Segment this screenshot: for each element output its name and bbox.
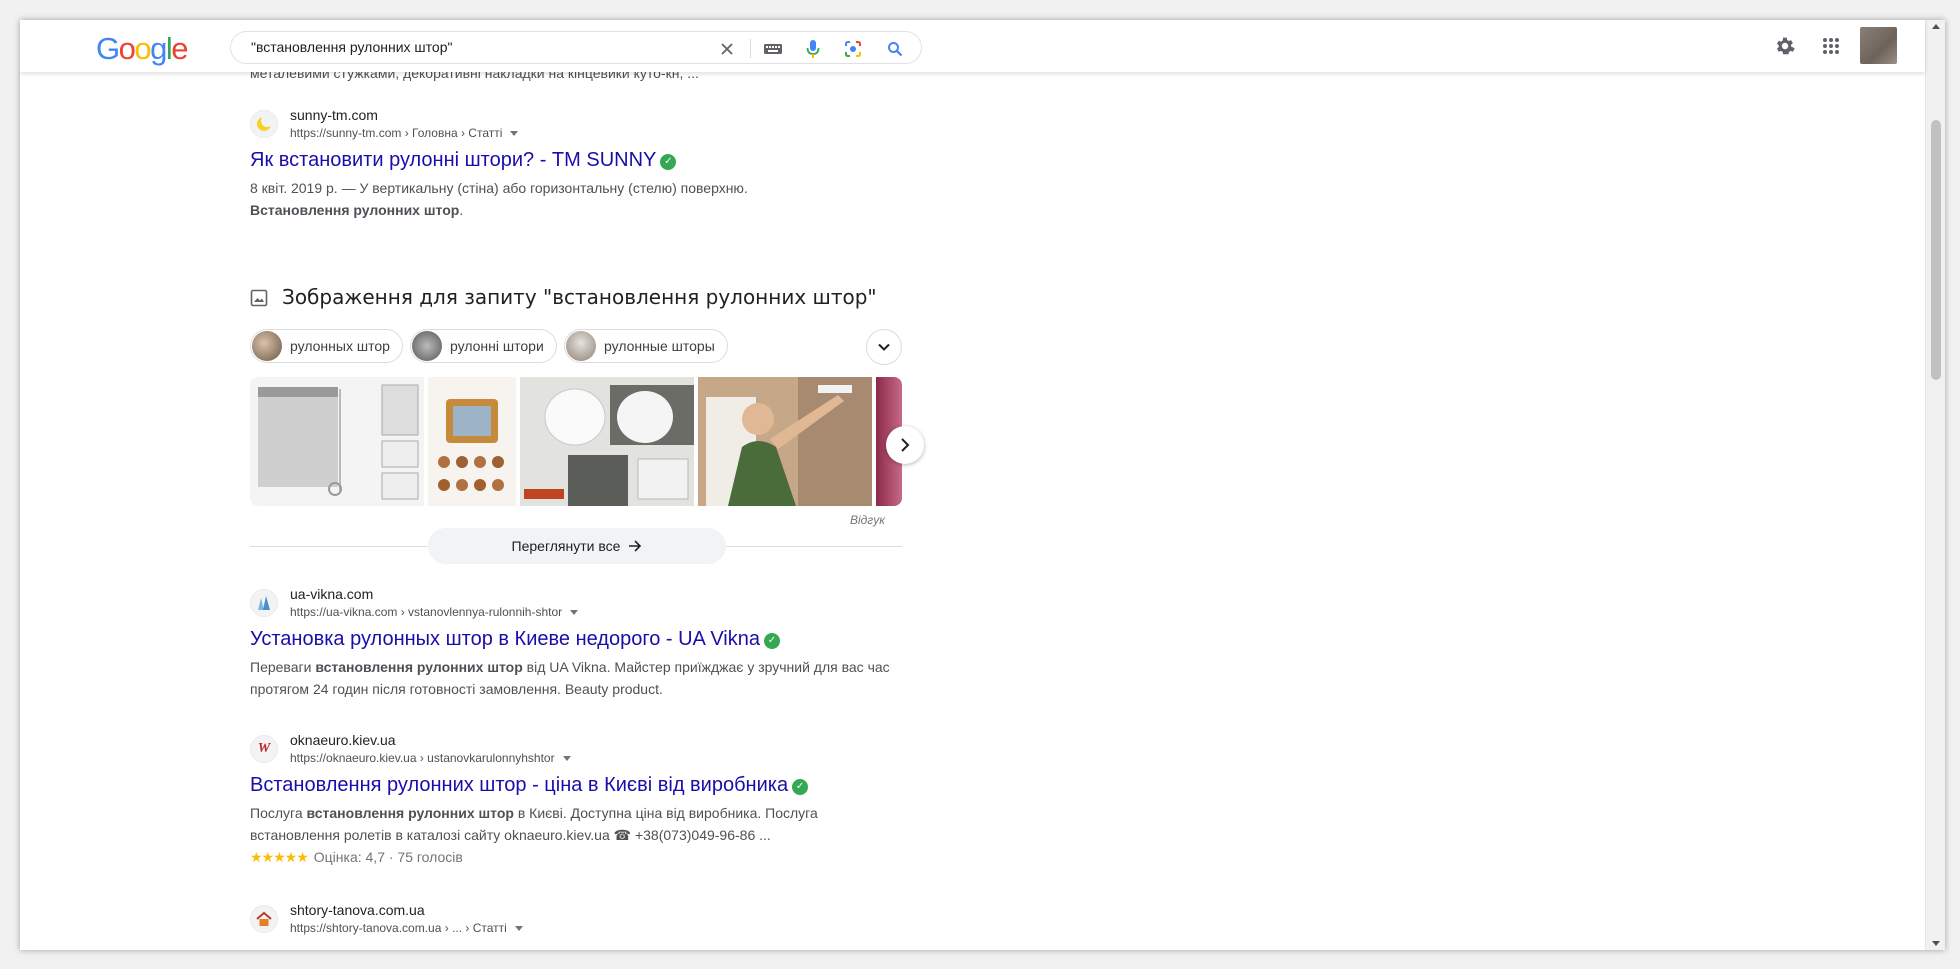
site-url: https://shtory-tanova.com.ua › ... › Ста… xyxy=(290,921,523,935)
keyboard-icon[interactable] xyxy=(761,37,785,61)
result-title-text: Встановлення рулонних штор - ціна в Києв… xyxy=(250,774,789,796)
result-source[interactable]: ua-vikna.com https://ua-vikna.com › vsta… xyxy=(250,586,910,622)
chip-thumbnail xyxy=(412,331,442,361)
image-thumbnail[interactable] xyxy=(250,377,424,506)
result-title-link[interactable]: Як встановити рулонні штори? - ТМ SUNNY ✓ xyxy=(250,147,910,173)
house-icon xyxy=(250,905,278,933)
result-source[interactable]: W oknaeuro.kiev.ua https://oknaeuro.kiev… xyxy=(250,732,910,768)
apps-icon[interactable] xyxy=(1817,32,1845,60)
search-result: sunny-tm.com https://sunny-tm.com › Голо… xyxy=(250,107,910,221)
logo-letter: o xyxy=(134,31,151,66)
divider xyxy=(750,39,751,58)
image-thumbnail[interactable] xyxy=(520,377,694,506)
search-icon[interactable] xyxy=(883,37,907,61)
search-result: shtory-tanova.com.ua https://shtory-tano… xyxy=(250,902,910,938)
logo-letter: G xyxy=(96,31,120,66)
chevron-down-icon[interactable] xyxy=(562,756,571,762)
w-logo-icon: W xyxy=(250,735,278,763)
site-url: https://sunny-tm.com › Головна › Статті xyxy=(290,126,519,140)
search-result: W oknaeuro.kiev.ua https://oknaeuro.kiev… xyxy=(250,732,910,868)
logo-letter: g xyxy=(150,31,167,66)
site-url-text: https://shtory-tanova.com.ua › ... › Ста… xyxy=(290,921,507,935)
snippet-bold: Встановлення рулонних штор xyxy=(250,202,460,218)
verified-check-icon: ✓ xyxy=(792,779,809,795)
scroll-down-arrow[interactable] xyxy=(1932,941,1940,946)
chip-label: рулонні штори xyxy=(450,338,544,354)
chip-thumbnail xyxy=(252,331,282,361)
site-url-text: https://ua-vikna.com › vstanovlennya-rul… xyxy=(290,605,563,619)
snippet-text: Послуга xyxy=(250,805,307,821)
site-name: oknaeuro.kiev.ua xyxy=(290,732,396,748)
search-input[interactable] xyxy=(251,39,691,55)
result-snippet: Послуга встановлення рулонних штор в Киє… xyxy=(250,802,910,846)
image-thumbnail[interactable] xyxy=(428,377,516,506)
google-header: Google xyxy=(20,20,1925,72)
images-next-button[interactable] xyxy=(886,426,924,464)
rating-stars: ★★★★★ xyxy=(250,849,309,865)
search-result: ua-vikna.com https://ua-vikna.com › vsta… xyxy=(250,586,910,700)
result-title-text: Установка рулонных штор в Киеве недорого… xyxy=(250,628,760,650)
chevron-down-icon[interactable] xyxy=(510,131,519,137)
image-icon xyxy=(250,289,268,307)
result-source[interactable]: sunny-tm.com https://sunny-tm.com › Голо… xyxy=(250,107,910,143)
site-name: sunny-tm.com xyxy=(290,107,378,123)
avatar[interactable] xyxy=(1860,27,1897,64)
images-heading: Зображення для запиту "встановлення руло… xyxy=(282,285,877,309)
chevron-down-icon[interactable] xyxy=(570,610,579,616)
google-logo[interactable]: Google xyxy=(96,31,188,66)
image-chip[interactable]: рулонных штор xyxy=(250,329,403,363)
snippet-text: Переваги xyxy=(250,659,316,675)
chip-thumbnail xyxy=(566,331,596,361)
site-name: shtory-tanova.com.ua xyxy=(290,902,425,918)
logo-letter: e xyxy=(171,31,188,66)
image-chip[interactable]: рулонні штори xyxy=(410,329,557,363)
snippet-text: 8 квіт. 2019 р. — У вертикальну (стіна) … xyxy=(250,180,748,196)
verified-check-icon: ✓ xyxy=(660,154,677,170)
image-chip[interactable]: рулонные шторы xyxy=(564,329,728,363)
verified-check-icon: ✓ xyxy=(764,633,780,649)
snippet-bold: встановлення рулонних штор xyxy=(315,659,523,675)
chip-label: рулонных штор xyxy=(290,338,390,354)
building-icon xyxy=(250,589,278,617)
scrollbar[interactable] xyxy=(1925,20,1945,950)
chips-expand-button[interactable] xyxy=(866,329,902,365)
result-snippet: Переваги встановлення рулонних штор від … xyxy=(250,656,910,700)
chevron-down-icon[interactable] xyxy=(514,926,523,932)
search-bar xyxy=(230,31,922,64)
sun-icon xyxy=(250,110,278,138)
snippet-bold: встановлення рулонних штор xyxy=(306,805,514,821)
result-title-link[interactable]: Установка рулонных штор в Киеве недорого… xyxy=(250,626,910,652)
site-url: https://ua-vikna.com › vstanovlennya-rul… xyxy=(290,605,579,619)
gear-icon[interactable] xyxy=(1771,32,1799,60)
site-url-text: https://sunny-tm.com › Головна › Статті xyxy=(290,126,503,140)
result-source[interactable]: shtory-tanova.com.ua https://shtory-tano… xyxy=(250,902,910,938)
chevron-down-icon xyxy=(878,343,890,351)
rating-text: Оцінка: 4,7 · 75 голосів xyxy=(313,849,463,865)
microphone-icon[interactable] xyxy=(801,37,825,61)
snippet-text: . xyxy=(459,202,464,218)
scrollbar-thumb[interactable] xyxy=(1931,120,1941,380)
site-url: https://oknaeuro.kiev.ua › ustanovkarulo… xyxy=(290,751,571,765)
search-results-page: металевими стужками, декоративні накладк… xyxy=(20,20,1925,950)
scroll-up-arrow[interactable] xyxy=(1932,24,1940,29)
chevron-right-icon xyxy=(901,438,910,452)
arrow-right-icon xyxy=(629,540,642,552)
see-all-label: Переглянути все xyxy=(511,538,621,554)
site-name: ua-vikna.com xyxy=(290,586,374,602)
image-thumbnail[interactable] xyxy=(698,377,872,506)
result-title-link[interactable]: Встановлення рулонних штор - ціна в Києв… xyxy=(250,772,910,798)
rating: ★★★★★ Оцінка: 4,7 · 75 голосів xyxy=(250,846,910,868)
browser-viewport: металевими стужками, декоративні накладк… xyxy=(20,20,1945,950)
see-all-button[interactable]: Переглянути все xyxy=(428,528,726,564)
site-url-text: https://oknaeuro.kiev.ua › ustanovkarulo… xyxy=(290,751,555,765)
feedback-link[interactable]: Відгук xyxy=(850,513,885,527)
result-title-text: Як встановити рулонні штори? - ТМ SUNNY xyxy=(250,149,657,171)
chip-label: рулонные шторы xyxy=(604,338,715,354)
logo-letter: o xyxy=(118,31,136,66)
result-snippet: 8 квіт. 2019 р. — У вертикальну (стіна) … xyxy=(250,177,910,221)
clear-icon[interactable] xyxy=(715,37,739,61)
lens-icon[interactable] xyxy=(841,37,865,61)
